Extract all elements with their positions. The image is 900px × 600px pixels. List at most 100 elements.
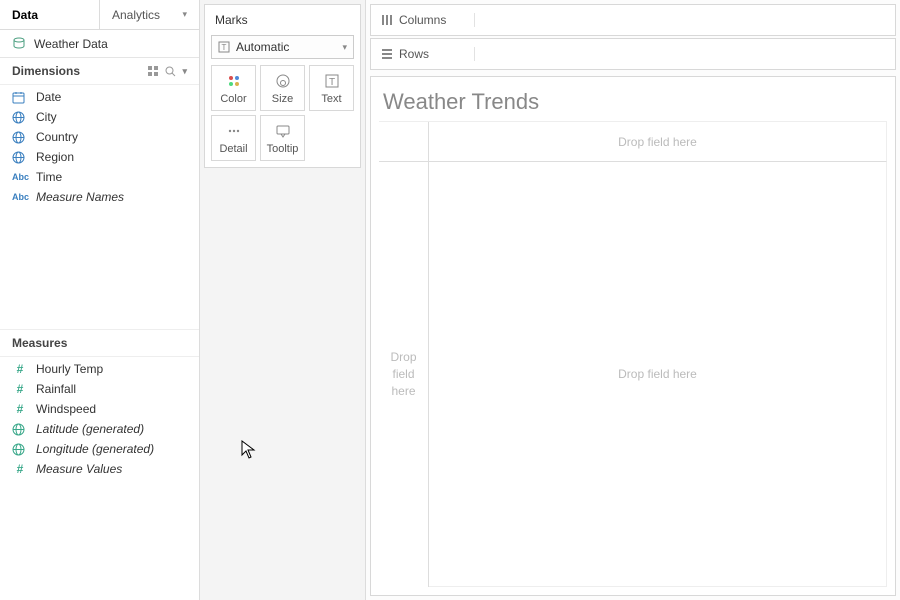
field-label: Measure Names: [36, 190, 124, 204]
tab-analytics-label: Analytics: [112, 8, 160, 22]
field-label: Date: [36, 90, 61, 104]
columns-shelf[interactable]: Columns: [370, 4, 896, 36]
dimension-field-country[interactable]: Country: [0, 127, 199, 147]
viz-main-drop[interactable]: Drop field here: [429, 162, 887, 587]
field-label: Hourly Temp: [36, 362, 103, 376]
measure-field-measure-values[interactable]: # Measure Values: [0, 459, 199, 479]
field-label: Region: [36, 150, 74, 164]
measures-header: Measures: [0, 329, 199, 357]
columns-text: Columns: [399, 13, 446, 27]
measure-field-windspeed[interactable]: # Windspeed: [0, 399, 199, 419]
worksheet-area: Columns Rows Weather Trends Drop field h…: [366, 0, 900, 600]
dimension-field-time[interactable]: Abc Time: [0, 167, 199, 187]
field-label: Measure Values: [36, 462, 122, 476]
viz-row-header-drop[interactable]: Drop field here: [379, 162, 429, 587]
hash-icon: #: [12, 362, 28, 376]
columns-shelf-label: Columns: [371, 13, 475, 27]
text-icon: T: [324, 72, 340, 90]
marks-detail-label: Detail: [219, 143, 247, 155]
search-icon[interactable]: [165, 66, 176, 77]
color-icon: [226, 72, 242, 90]
marks-card: Marks T Automatic ▾ Color: [204, 4, 361, 168]
hash-icon: #: [12, 462, 28, 476]
data-pane: Data Analytics ▾ Weather Data Dimensions: [0, 0, 200, 600]
abc-icon: Abc: [12, 171, 28, 183]
viz-title[interactable]: Weather Trends: [379, 85, 887, 121]
field-label: Country: [36, 130, 78, 144]
globe-icon: [12, 151, 28, 164]
marks-color-button[interactable]: Color: [211, 65, 256, 111]
dimension-field-measure-names[interactable]: Abc Measure Names: [0, 187, 199, 207]
drop-field-row-text: Drop field here: [383, 349, 424, 399]
svg-text:T: T: [222, 43, 227, 52]
field-label: Windspeed: [36, 402, 96, 416]
dimensions-header: Dimensions ▾: [0, 58, 199, 85]
calendar-icon: [12, 91, 28, 104]
svg-text:T: T: [328, 77, 334, 88]
measure-field-rainfall[interactable]: #Rainfall: [0, 379, 199, 399]
abc-icon: Abc: [12, 191, 28, 203]
globe-icon: [12, 423, 28, 436]
marks-panel: Marks T Automatic ▾ Color: [200, 0, 366, 600]
measures-list: #Hourly Temp#Rainfall#WindspeedLatitude …: [0, 357, 199, 481]
detail-icon: [226, 122, 242, 140]
marks-tooltip-label: Tooltip: [267, 143, 299, 155]
rows-text: Rows: [399, 47, 429, 61]
measures-label: Measures: [12, 336, 67, 350]
marks-color-label: Color: [220, 93, 246, 105]
viz-body: Drop field here Drop field here Drop fie…: [379, 121, 887, 587]
rows-shelf[interactable]: Rows: [370, 38, 896, 70]
hash-icon: #: [12, 382, 28, 396]
columns-drop-zone[interactable]: [475, 5, 895, 35]
drop-field-main-text: Drop field here: [618, 367, 697, 381]
mark-type-icon: T: [218, 41, 230, 53]
measure-field-latitude-generated-[interactable]: Latitude (generated): [0, 419, 199, 439]
field-label: Latitude (generated): [36, 422, 144, 436]
tab-data-label: Data: [12, 8, 38, 22]
viz-column-header-drop[interactable]: Drop field here: [429, 122, 887, 162]
marks-grid: Color Size T Text: [211, 65, 354, 161]
chevron-down-icon: ▾: [342, 42, 347, 53]
dimension-field-city[interactable]: City: [0, 107, 199, 127]
datasource-name: Weather Data: [34, 37, 108, 51]
dimension-field-region[interactable]: Region: [0, 147, 199, 167]
marks-size-label: Size: [272, 93, 293, 105]
sidebar-tabs: Data Analytics ▾: [0, 0, 199, 30]
tab-analytics[interactable]: Analytics ▾: [100, 0, 199, 29]
globe-icon: [12, 443, 28, 456]
measure-field-longitude-generated-[interactable]: Longitude (generated): [0, 439, 199, 459]
datasource-icon: [12, 37, 26, 51]
rows-icon: [381, 48, 393, 60]
size-icon: [275, 72, 291, 90]
view-grid-icon[interactable]: [148, 66, 159, 77]
chevron-down-icon: ▾: [182, 9, 187, 20]
menu-caret-icon[interactable]: ▾: [182, 66, 187, 77]
globe-icon: [12, 131, 28, 144]
app-root: Data Analytics ▾ Weather Data Dimensions: [0, 0, 900, 600]
dimension-field-date[interactable]: Date: [0, 87, 199, 107]
marks-text-label: Text: [321, 93, 341, 105]
field-label: Time: [36, 170, 62, 184]
rows-drop-zone[interactable]: [475, 39, 895, 69]
field-label: Longitude (generated): [36, 442, 154, 456]
marks-size-button[interactable]: Size: [260, 65, 305, 111]
viz-corner: [379, 122, 429, 162]
marks-text-button[interactable]: T Text: [309, 65, 354, 111]
field-label: City: [36, 110, 57, 124]
measure-field-hourly-temp[interactable]: # Hourly Temp: [0, 359, 199, 379]
marks-title: Marks: [211, 11, 354, 35]
mark-type-select[interactable]: T Automatic ▾: [211, 35, 354, 59]
marks-detail-button[interactable]: Detail: [211, 115, 256, 161]
datasource-row[interactable]: Weather Data: [0, 30, 199, 58]
drop-field-col-text: Drop field here: [618, 135, 697, 149]
marks-tooltip-button[interactable]: Tooltip: [260, 115, 305, 161]
viz-card: Weather Trends Drop field here Drop fiel…: [370, 76, 896, 596]
tooltip-icon: [275, 122, 291, 140]
columns-icon: [381, 14, 393, 26]
rows-shelf-label: Rows: [371, 47, 475, 61]
dimensions-list: Date City Country Region Abc Time Abc Measure N…: [0, 85, 199, 209]
hash-icon: #: [12, 402, 28, 416]
dimensions-label: Dimensions: [12, 64, 80, 78]
globe-icon: [12, 111, 28, 124]
tab-data[interactable]: Data: [0, 0, 100, 29]
